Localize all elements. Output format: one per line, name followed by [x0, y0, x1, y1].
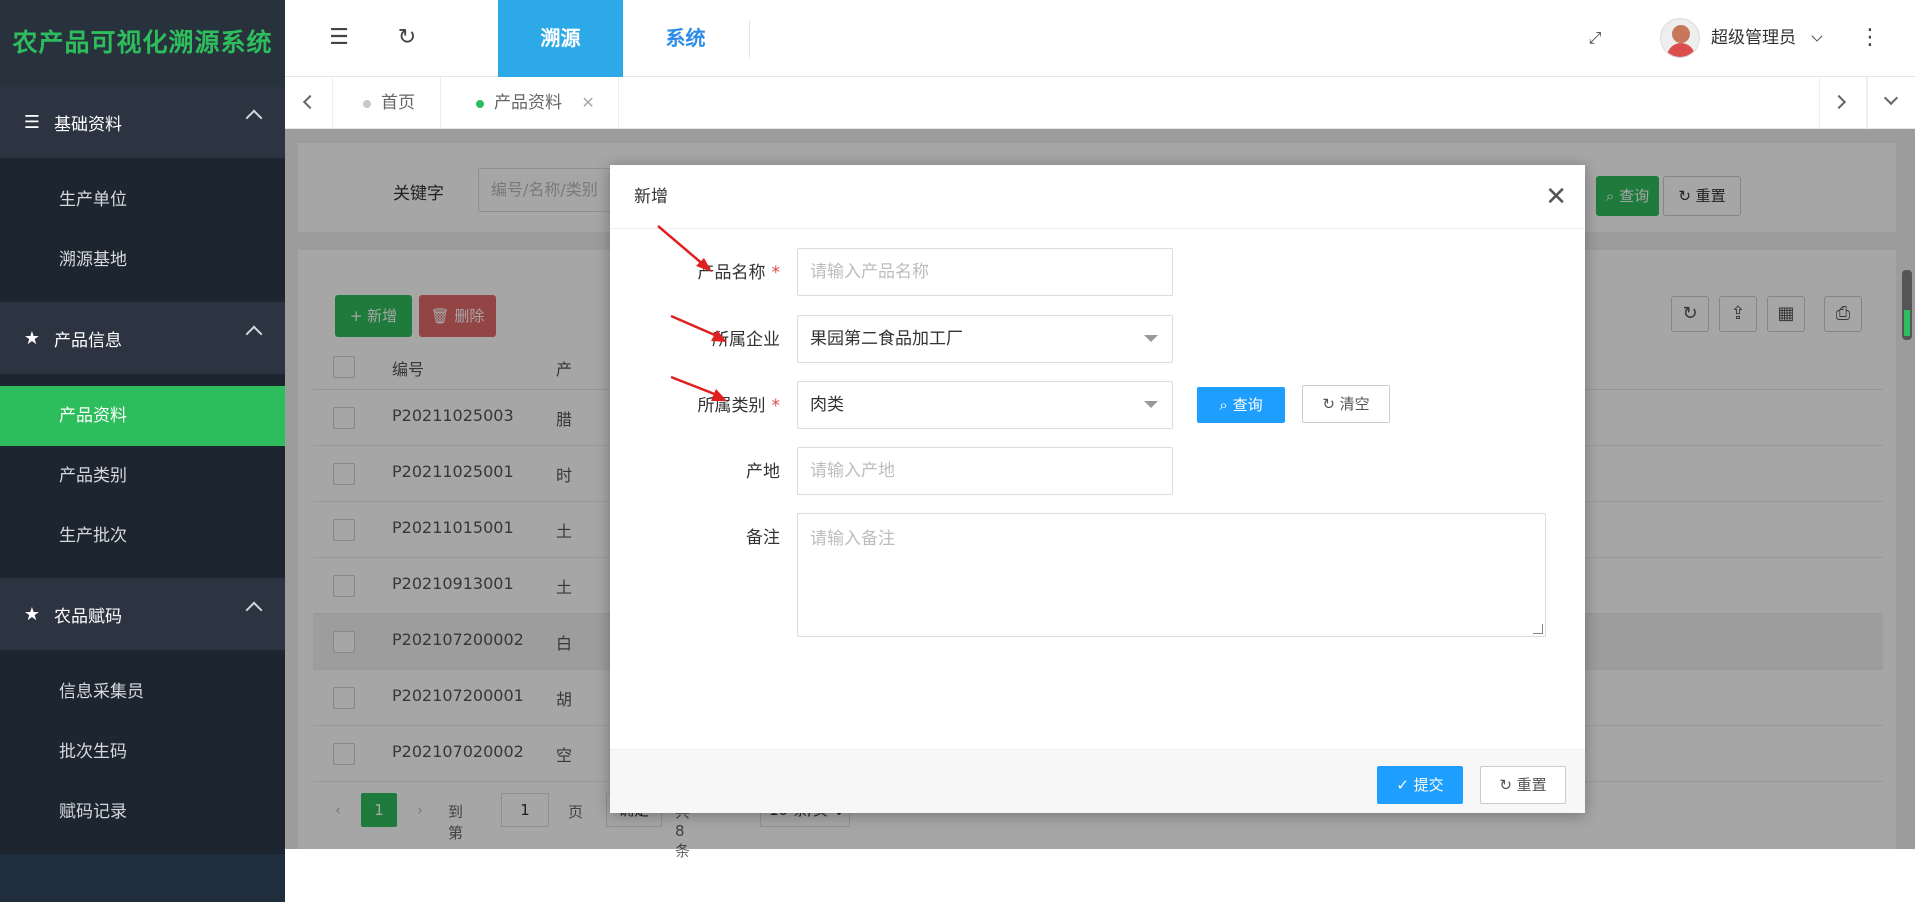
dialog-reset-button[interactable]: ↻ 重置	[1480, 766, 1566, 804]
category-label: 所属类别 *	[697, 396, 781, 416]
topbar: ☰ ↻ 溯源 系统 ⤢ 超级管理员 ⋮	[285, 0, 1915, 77]
fullscreen-icon[interactable]: ⤢	[1581, 24, 1609, 52]
close-icon[interactable]: ✕	[581, 93, 594, 112]
add-dialog: 新增 ✕ 产品名称 * 请输入产品名称 所属企业 果园第二食品加工厂 所属类别 * …	[610, 165, 1585, 813]
tabs-scroll-left[interactable]	[285, 77, 333, 129]
menu-item-production-batch[interactable]: 生产批次	[0, 506, 285, 566]
user-name[interactable]: 超级管理员	[1711, 0, 1796, 77]
page-tab-product-data[interactable]: 产品资料 ✕	[456, 77, 619, 129]
page-tabs-bar: 首页 产品资料 ✕	[285, 77, 1915, 129]
app-title: 农产品可视化溯源系统	[0, 0, 285, 86]
caret-down-icon	[1144, 335, 1158, 342]
divider	[749, 20, 750, 58]
tab-dot	[363, 100, 371, 108]
chevron-up-icon	[245, 325, 263, 343]
chevron-down-icon[interactable]	[1811, 30, 1823, 42]
page-tab-label: 产品资料	[494, 93, 562, 113]
menu-item-code-records[interactable]: 赋码记录	[0, 782, 285, 842]
tab-dot	[476, 100, 484, 108]
menu-group-product: ★ 产品信息 产品资料 产品类别 生产批次	[0, 302, 285, 578]
vertical-scrollbar[interactable]	[1902, 270, 1912, 340]
enterprise-label: 所属企业	[712, 330, 780, 350]
menu-item-batch-code[interactable]: 批次生码	[0, 722, 285, 782]
avatar[interactable]	[1660, 18, 1700, 58]
chevron-up-icon	[245, 601, 263, 619]
dialog-footer: ✓ 提交 ↻ 重置	[610, 749, 1585, 813]
menu-item-product-category[interactable]: 产品类别	[0, 446, 285, 506]
menu-toggle-icon[interactable]: ☰	[325, 24, 353, 52]
origin-input[interactable]: 请输入产地	[797, 447, 1173, 495]
dialog-search-button[interactable]: ⌕ 查询	[1197, 387, 1285, 423]
product-name-input[interactable]: 请输入产品名称	[797, 248, 1173, 296]
menu-item-collector[interactable]: 信息采集员	[0, 662, 285, 722]
refresh-icon[interactable]: ↻	[393, 24, 421, 52]
remark-label: 备注	[746, 528, 780, 548]
menu-group-coding: ★ 农品赋码 信息采集员 批次生码 赋码记录	[0, 578, 285, 854]
menu-head-basic[interactable]: ☰ 基础资料	[0, 86, 285, 158]
tabs-dropdown[interactable]	[1867, 77, 1915, 129]
origin-label: 产地	[746, 462, 780, 482]
dialog-header: 新增 ✕	[610, 165, 1585, 229]
menu-item-trace-base[interactable]: 溯源基地	[0, 230, 285, 290]
menu-head-label: 产品信息	[54, 330, 122, 351]
caret-down-icon	[1144, 401, 1158, 408]
menu-head-label: 农品赋码	[54, 606, 122, 627]
more-vertical-icon[interactable]: ⋮	[1856, 24, 1884, 52]
star-icon: ★	[23, 603, 41, 625]
enterprise-select[interactable]: 果园第二食品加工厂	[797, 315, 1173, 363]
top-tab-system[interactable]: 系统	[623, 0, 748, 77]
page-tab-home[interactable]: 首页	[333, 77, 441, 129]
menu-item-production-unit[interactable]: 生产单位	[0, 170, 285, 230]
sidebar: 农产品可视化溯源系统 ☰ 基础资料 生产单位 溯源基地 ★ 产品信息 产品资料 …	[0, 0, 285, 902]
list-icon: ☰	[23, 111, 41, 133]
resize-handle[interactable]	[1533, 624, 1543, 634]
submit-button[interactable]: ✓ 提交	[1377, 766, 1463, 804]
page-tab-label: 首页	[381, 93, 415, 113]
dialog-clear-button[interactable]: ↻ 清空	[1302, 385, 1390, 423]
chevron-up-icon	[245, 109, 263, 127]
category-select[interactable]: 肉类	[797, 381, 1173, 429]
menu-head-label: 基础资料	[54, 114, 122, 135]
tabs-scroll-right[interactable]	[1819, 77, 1867, 129]
product-name-label: 产品名称 *	[697, 263, 781, 283]
star-icon: ★	[23, 327, 41, 349]
menu-head-coding[interactable]: ★ 农品赋码	[0, 578, 285, 650]
menu-group-basic: ☰ 基础资料 生产单位 溯源基地	[0, 86, 285, 302]
menu-head-product[interactable]: ★ 产品信息	[0, 302, 285, 374]
close-icon[interactable]: ✕	[1545, 165, 1567, 229]
remark-textarea[interactable]: 请输入备注	[797, 513, 1546, 637]
menu-item-product-data[interactable]: 产品资料	[0, 386, 285, 446]
top-tab-trace[interactable]: 溯源	[498, 0, 623, 77]
dialog-title: 新增	[634, 187, 668, 207]
